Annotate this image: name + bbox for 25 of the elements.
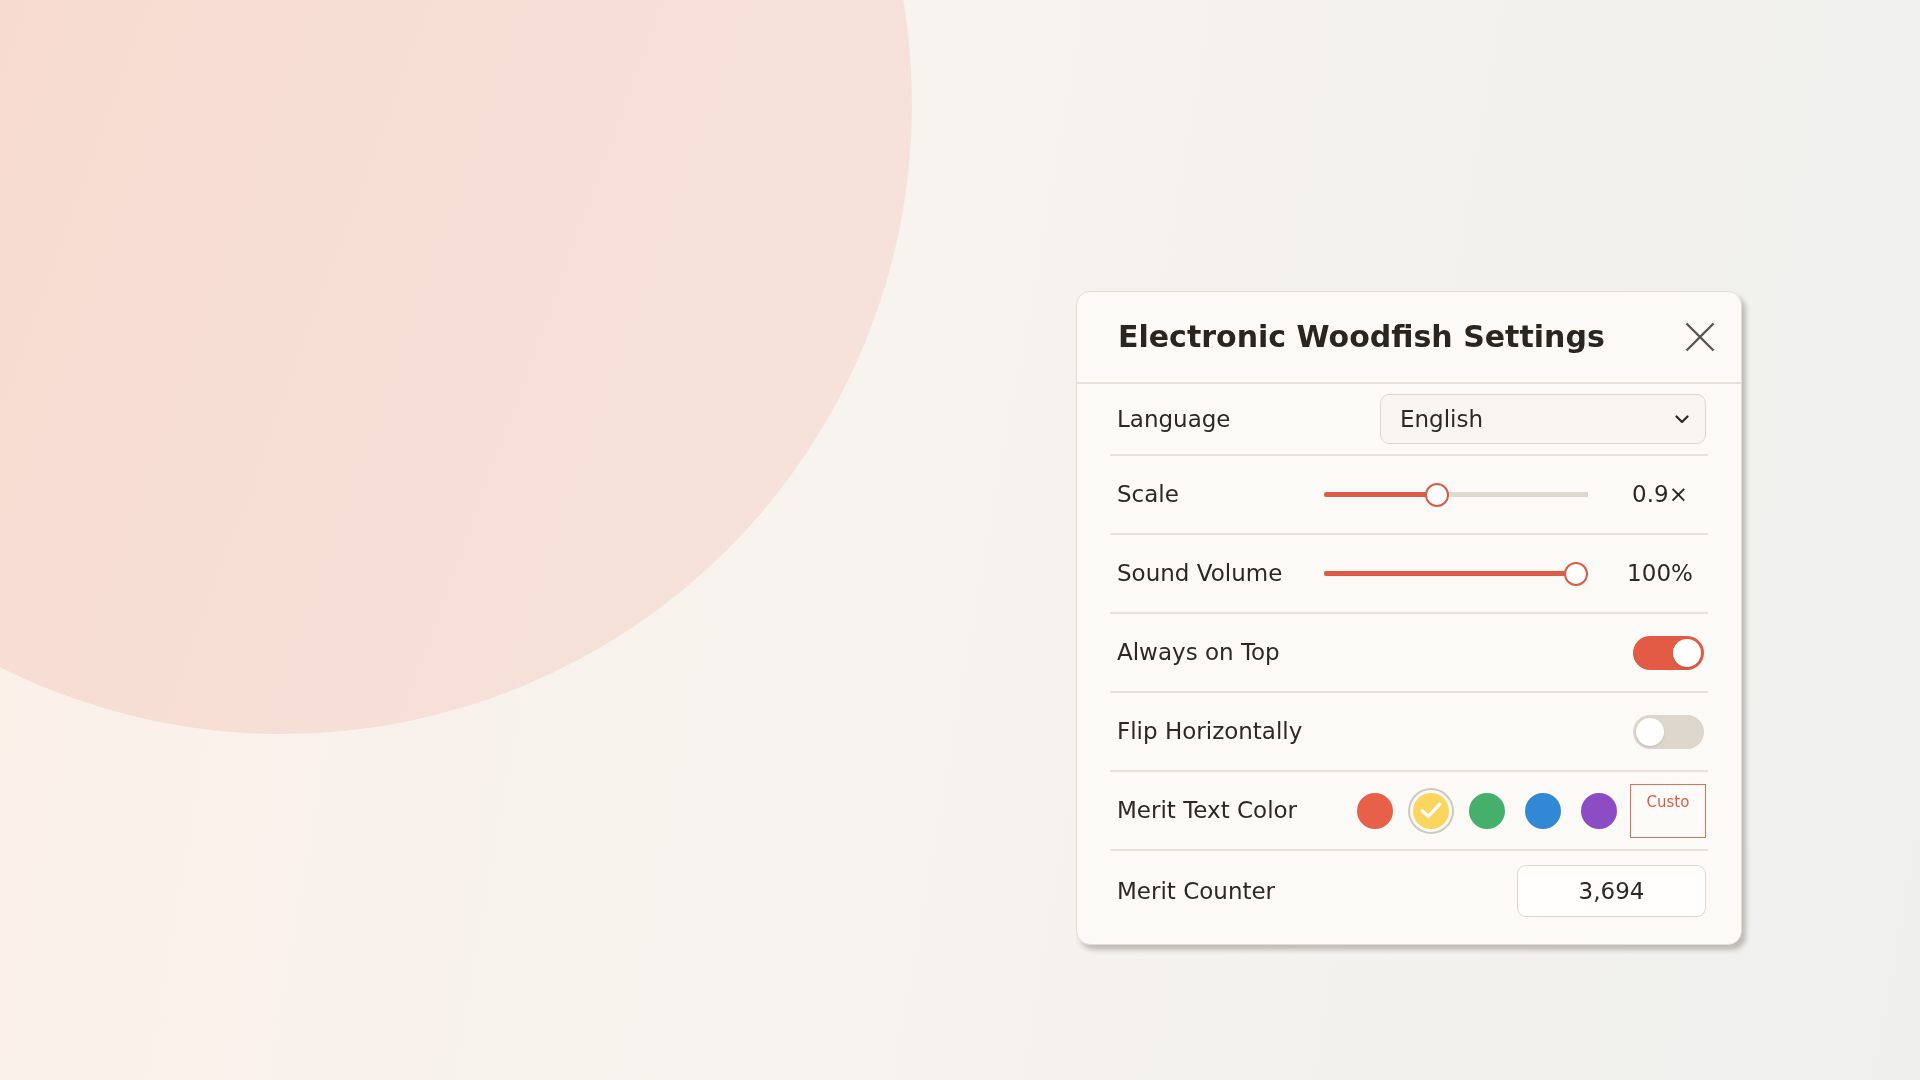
setting-label: Language (1117, 404, 1231, 434)
slider-thumb[interactable] (1424, 482, 1449, 507)
setting-label: Sound Volume (1117, 559, 1283, 589)
setting-label: Flip Horizontally (1117, 717, 1303, 747)
language-select[interactable]: English (1380, 394, 1706, 444)
setting-label: Scale (1117, 480, 1179, 510)
close-icon (1685, 322, 1715, 352)
merit-counter-field[interactable]: 3,694 (1517, 865, 1706, 917)
check-icon (1420, 802, 1442, 819)
color-swatch[interactable] (1357, 792, 1393, 829)
custom-color-button[interactable]: Custo (1630, 783, 1706, 838)
color-swatch[interactable] (1469, 792, 1505, 829)
slider-thumb[interactable] (1564, 561, 1588, 586)
chevron-down-icon (1675, 414, 1689, 424)
color-swatch[interactable] (1525, 792, 1561, 829)
color-swatch[interactable] (1581, 792, 1617, 829)
setting-label: Merit Text Color (1117, 796, 1298, 826)
color-swatch[interactable] (1408, 787, 1454, 834)
slider-value: 100% (1626, 559, 1694, 589)
toggle-switch[interactable] (1633, 714, 1704, 749)
setting-label: Always on Top (1117, 638, 1280, 668)
toggle-switch[interactable] (1633, 635, 1704, 670)
slider-value: 0.9× (1631, 480, 1689, 510)
dialog-title: Electronic Woodfish Settings (1118, 319, 1605, 355)
setting-label: Merit Counter (1117, 876, 1276, 906)
